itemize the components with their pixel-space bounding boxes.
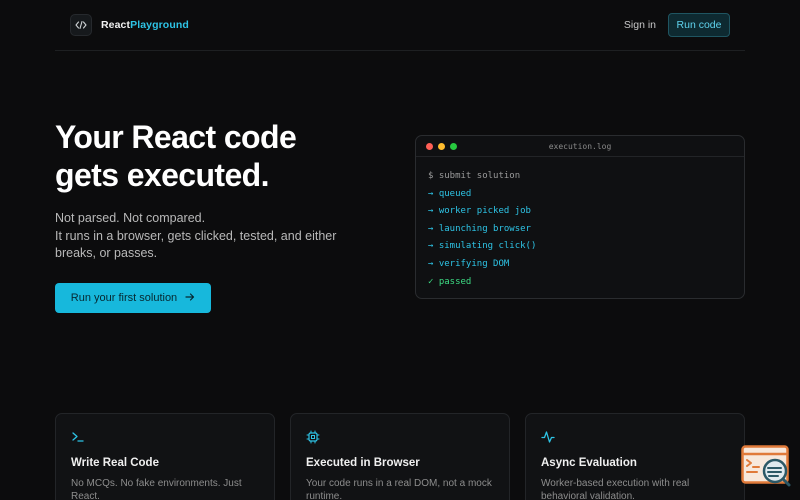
brand-name: ReactPlayground — [101, 19, 189, 31]
log-prefix: → — [428, 206, 434, 217]
cta-label: Run your first solution — [70, 292, 178, 304]
top-nav: ReactPlayground Sign in Run code — [55, 0, 745, 51]
hero-title: Your React code gets executed. — [55, 118, 395, 194]
sign-in-link[interactable]: Sign in — [620, 19, 660, 31]
run-first-solution-button[interactable]: Run your first solution — [55, 283, 211, 313]
log-text: submit solution — [438, 171, 521, 181]
log-line: → verifying DOM — [428, 256, 744, 274]
run-code-button[interactable]: Run code — [668, 13, 730, 37]
arrow-right-icon — [185, 292, 195, 305]
log-line: $ submit solution — [428, 168, 744, 186]
hero-subtitle: Not parsed. Not compared. It runs in a b… — [55, 210, 375, 263]
feature-card-async-evaluation: Async Evaluation Worker-based execution … — [525, 413, 745, 500]
window-titlebar: execution.log — [416, 136, 744, 157]
brand-name-react: React — [101, 19, 131, 31]
feature-description: Worker-based execution with real behavio… — [541, 478, 690, 500]
hero-title-line-2: gets executed. — [55, 157, 270, 193]
log-text: verifying DOM — [438, 258, 510, 269]
log-line: ✓ passed — [428, 274, 744, 292]
log-prefix: → — [428, 258, 434, 269]
feature-title: Write Real Code — [71, 457, 159, 469]
terminal-icon — [71, 430, 259, 444]
window-title: execution.log — [548, 142, 612, 151]
log-text: passed — [438, 276, 472, 287]
log-text: launching browser — [438, 223, 531, 234]
feature-description: Your code runs in a real DOM, not a mock… — [306, 478, 492, 500]
feature-description: No MCQs. No fake environments. Just Reac… — [71, 478, 242, 500]
feature-title: Executed in Browser — [306, 457, 420, 469]
log-text: queued — [438, 188, 472, 199]
brand[interactable]: ReactPlayground — [70, 14, 189, 36]
feature-card-executed-in-browser: Executed in Browser Your code runs in a … — [290, 413, 510, 500]
hero-subtitle-line-1: Not parsed. Not compared. — [55, 211, 206, 225]
log-prefix: → — [428, 188, 434, 199]
log-prefix: ✓ — [428, 276, 434, 287]
log-prefix: $ — [428, 171, 434, 181]
log-line: → queued — [428, 186, 744, 204]
log-prefix: → — [428, 241, 434, 252]
execution-log-window: execution.log $ submit solution → queued… — [415, 135, 745, 299]
feature-card-write-real-code: Write Real Code No MCQs. No fake environ… — [55, 413, 275, 500]
log-prefix: → — [428, 223, 434, 234]
cpu-icon — [306, 430, 494, 444]
brand-name-playground: Playground — [130, 19, 189, 31]
log-text: worker picked job — [438, 206, 531, 217]
hero-subtitle-line-2: It runs in a browser, gets clicked, test… — [55, 228, 337, 243]
code-brackets-icon — [70, 14, 92, 36]
log-line: → simulating click() — [428, 238, 744, 256]
feature-title: Async Evaluation — [541, 457, 637, 469]
nav-actions: Sign in Run code — [620, 13, 730, 37]
hero-title-line-1: Your React code — [55, 119, 297, 155]
log-output: $ submit solution → queued → worker pick… — [416, 157, 744, 291]
code-review-widget-icon[interactable] — [741, 445, 791, 487]
log-text: simulating click() — [438, 241, 537, 252]
log-line: → launching browser — [428, 221, 744, 239]
hero-subtitle-line-3: breaks, or passes. — [55, 246, 158, 260]
activity-icon — [541, 430, 729, 444]
feature-cards: Write Real Code No MCQs. No fake environ… — [55, 413, 745, 500]
log-line: → worker picked job — [428, 203, 744, 221]
